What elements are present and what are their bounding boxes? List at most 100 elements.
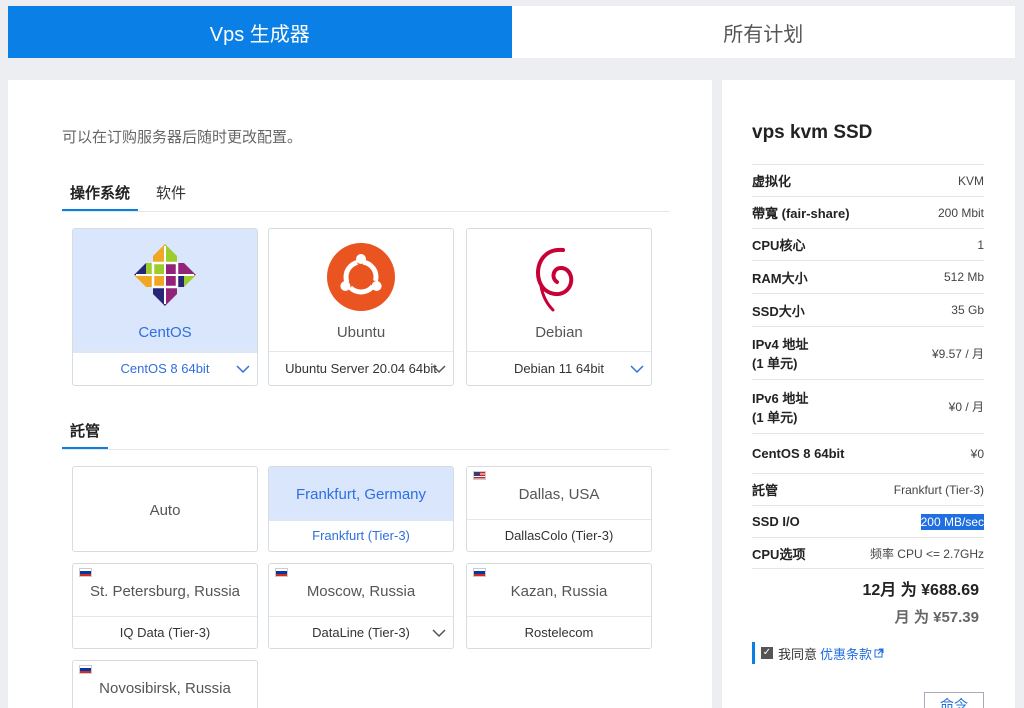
tab-all-plans[interactable]: 所有计划 [511, 6, 1015, 58]
datacenter-label: Rostelecom [467, 616, 651, 648]
location-card-auto[interactable]: Auto [72, 466, 258, 552]
top-tabs: Vps 生成器 所有计划 [8, 6, 1015, 58]
os-name: CentOS [138, 323, 192, 341]
location-top: Dallas, USA [467, 467, 651, 521]
spec-value: 35 Gb [951, 303, 984, 317]
spec-key: CentOS 8 64bit [752, 446, 845, 461]
datacenter-label: DallasColo (Tier-3) [467, 519, 651, 551]
location-top: Kazan, Russia [467, 564, 651, 618]
datacenter-label: IQ Data (Tier-3) [73, 616, 257, 648]
location-top: St. Petersburg, Russia [73, 564, 257, 618]
os-card-top: Debian [467, 229, 651, 353]
agree-label: 我同意 [778, 646, 818, 662]
os-tabs: 操作系统 软件 [62, 180, 670, 212]
location-name: Frankfurt, Germany [295, 485, 427, 503]
location-card-novosibirsk[interactable]: Novosibirsk, Russia [72, 660, 258, 708]
location-name: Kazan, Russia [510, 582, 608, 600]
spec-value: 200 MB/sec [920, 513, 984, 530]
spec-key: RAM大小 [752, 270, 808, 286]
plan-title: vps kvm SSD [752, 122, 873, 143]
datacenter-label: DataLine (Tier-3) [312, 625, 410, 640]
os-version-select[interactable]: Debian 11 64bit [467, 351, 651, 385]
spec-row: SSD大小 35 Gb [752, 293, 984, 326]
os-version-select[interactable]: Ubuntu Server 20.04 64bit [269, 351, 453, 385]
location-card-dallas[interactable]: Dallas, USA DallasColo (Tier-3) [466, 466, 652, 552]
os-version-select[interactable]: CentOS 8 64bit [73, 351, 257, 385]
debian-logo-icon [536, 247, 574, 311]
order-summary: vps kvm SSD 虚拟化 KVM 帶寬 (fair-share) 200 … [722, 80, 1015, 708]
total-yearly-price: 12月 为 ¥688.69 [862, 582, 979, 599]
location-name: Auto [149, 501, 181, 519]
spec-row: CPU选项 频率 CPU <= 2.7GHz [752, 537, 984, 569]
spec-row: RAM大小 512 Mb [752, 260, 984, 293]
spec-row: SSD I/O 200 MB/sec [752, 505, 984, 537]
spec-key: CPU核心 [752, 238, 806, 253]
centos-logo-icon [134, 243, 196, 306]
spec-value: KVM [957, 173, 984, 188]
location-card-moscow[interactable]: Moscow, Russia DataLine (Tier-3) [268, 563, 454, 649]
os-version-label: CentOS 8 64bit [120, 361, 210, 376]
os-card-debian[interactable]: Debian Debian 11 64bit [466, 228, 652, 386]
hosting-tabs: 託管 [62, 418, 670, 450]
chevron-down-icon [432, 628, 446, 637]
spec-key: SSD I/O [752, 514, 800, 529]
spec-value: ¥0 [970, 446, 984, 461]
location-card-frankfurt[interactable]: Frankfurt, Germany Frankfurt (Tier-3) [268, 466, 454, 552]
location-top: Frankfurt, Germany [269, 467, 453, 521]
os-card-centos[interactable]: CentOS CentOS 8 64bit [72, 228, 258, 386]
intro-text: 可以在订购服务器后随时更改配置。 [62, 129, 303, 146]
configurator-panel: 可以在订购服务器后随时更改配置。 操作系统 软件 CentOS CentOS 8… [8, 80, 712, 708]
spec-row: CPU核心 1 [752, 228, 984, 260]
spec-key: 託管 [752, 483, 779, 498]
ubuntu-logo-icon [327, 242, 395, 311]
total-monthly-price: 月 为 ¥57.39 [894, 609, 979, 626]
spec-row: CentOS 8 64bit ¥0 [752, 433, 984, 473]
os-version-label: Ubuntu Server 20.04 64bit [285, 361, 437, 376]
spec-value: 200 Mbit [937, 205, 984, 220]
terms-link[interactable]: 优惠条款 [820, 644, 872, 663]
order-button[interactable]: 命令 [924, 692, 984, 708]
tab-software[interactable]: 软件 [148, 180, 194, 211]
location-top: Auto [73, 467, 257, 551]
os-card-top: Ubuntu [269, 229, 453, 353]
tab-hosting[interactable]: 託管 [62, 418, 109, 449]
spec-key: 虚拟化 [752, 174, 792, 189]
spec-value: 频率 CPU <= 2.7GHz [869, 546, 984, 561]
spec-row: IPv4 地址 (1 单元) ¥9.57 / 月 [752, 326, 984, 379]
os-name: Ubuntu [336, 323, 386, 341]
spec-key: CPU选项 [752, 546, 806, 562]
terms-agreement: ✓ 我同意 优惠条款 [752, 642, 884, 664]
tab-operating-system[interactable]: 操作系统 [62, 180, 139, 211]
tab-vps-builder[interactable]: Vps 生成器 [8, 6, 512, 58]
spec-value: ¥9.57 / 月 [931, 346, 984, 361]
spec-value: 1 [977, 237, 984, 252]
agree-checkbox[interactable]: ✓ [761, 647, 773, 659]
spec-value: 512 Mb [943, 270, 984, 284]
spec-key: 帶寬 (fair-share) [752, 206, 850, 221]
location-name: Dallas, USA [518, 485, 600, 503]
spec-key: SSD大小 [752, 303, 805, 319]
os-card-top: CentOS [73, 229, 257, 353]
location-top: Moscow, Russia [269, 564, 453, 618]
spec-value: ¥0 / 月 [948, 400, 984, 414]
spec-row: 帶寬 (fair-share) 200 Mbit [752, 196, 984, 228]
location-top: Novosibirsk, Russia [73, 661, 257, 708]
os-name: Debian [535, 323, 583, 341]
spec-row: 託管 Frankfurt (Tier-3) [752, 473, 984, 505]
datacenter-select[interactable]: DataLine (Tier-3) [269, 616, 453, 648]
chevron-down-icon [236, 364, 250, 373]
external-link-icon [874, 648, 884, 658]
spec-key: IPv4 地址 (1 单元) [752, 337, 809, 371]
location-card-st-petersburg[interactable]: St. Petersburg, Russia IQ Data (Tier-3) [72, 563, 258, 649]
os-card-ubuntu[interactable]: Ubuntu Ubuntu Server 20.04 64bit [268, 228, 454, 386]
datacenter-label: Frankfurt (Tier-3) [269, 519, 453, 551]
os-version-label: Debian 11 64bit [513, 361, 605, 376]
location-name: Novosibirsk, Russia [99, 679, 231, 697]
location-name: Moscow, Russia [306, 582, 416, 600]
location-name: St. Petersburg, Russia [89, 582, 241, 600]
spec-row: IPv6 地址 (1 单元) ¥0 / 月 [752, 379, 984, 433]
chevron-down-icon [432, 364, 446, 373]
chevron-down-icon [630, 364, 644, 373]
location-card-kazan[interactable]: Kazan, Russia Rostelecom [466, 563, 652, 649]
spec-key: IPv6 地址 (1 单元) [752, 390, 809, 425]
